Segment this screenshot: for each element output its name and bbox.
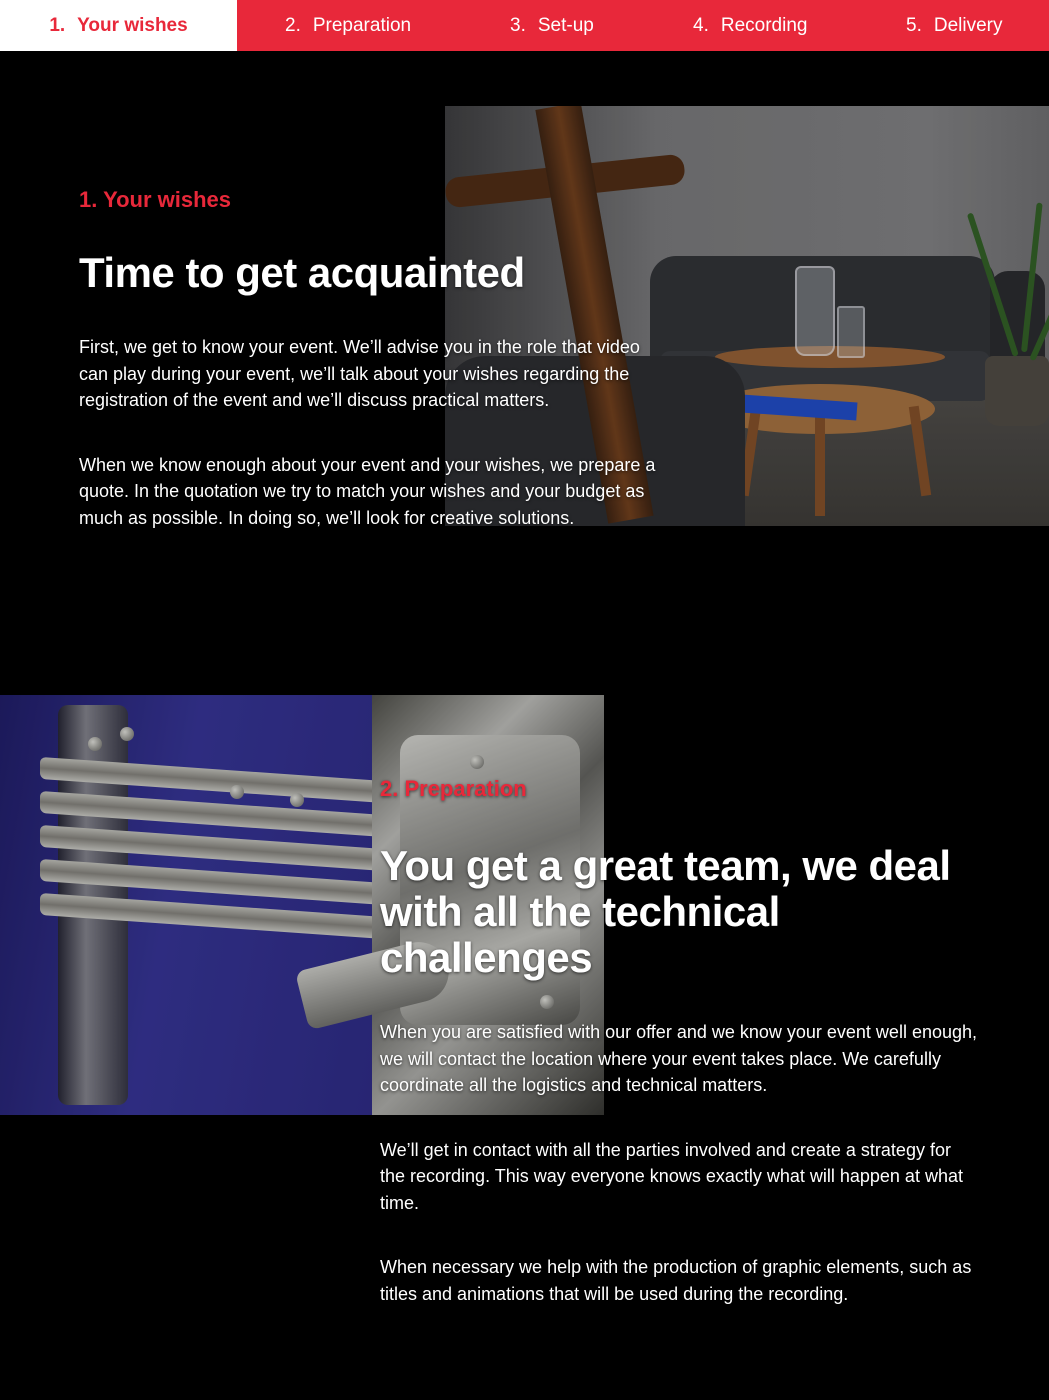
section-headline: Time to get acquainted [79,249,525,296]
section-paragraph: When we know enough about your event and… [79,454,656,528]
step-label: Preparation [312,14,412,36]
step-label: Set-up [537,14,594,36]
step-number: 3. [510,14,526,36]
section-kicker: 1. Your wishes [79,187,232,212]
section-paragraph: First, we get to know your event. We’ll … [79,337,640,410]
step-number: 4. [693,14,709,36]
step-tab-set-up[interactable]: 3. Set-up [510,0,594,51]
step-label: Recording [720,14,808,36]
step-tab-recording[interactable]: 4. Recording [693,0,807,51]
step-navigation: 1. Your wishes 2. Preparation 3. Set-up … [0,0,1049,51]
section-preparation: 2. Preparation You get a great team, we … [380,775,980,1307]
section-paragraph: We’ll get in contact with all the partie… [380,1139,963,1213]
section-your-wishes: 1. Your wishes Time to get acquainted Fi… [79,186,659,531]
step-number: 1. [49,14,66,36]
section-paragraph: When necessary we help with the producti… [380,1257,972,1304]
step-tab-delivery[interactable]: 5. Delivery [906,0,1002,51]
step-number: 5. [906,14,922,36]
section-paragraph: When you are satisfied with our offer an… [380,1022,978,1095]
step-tab-preparation[interactable]: 2. Preparation [285,0,411,51]
step-tab-your-wishes[interactable]: 1. Your wishes [0,0,237,51]
section-kicker: 2. Preparation [380,776,527,801]
step-label: Your wishes [77,14,188,36]
section-headline: You get a great team, we deal with all t… [380,842,951,981]
step-number: 2. [285,14,301,36]
step-label: Delivery [933,14,1003,36]
